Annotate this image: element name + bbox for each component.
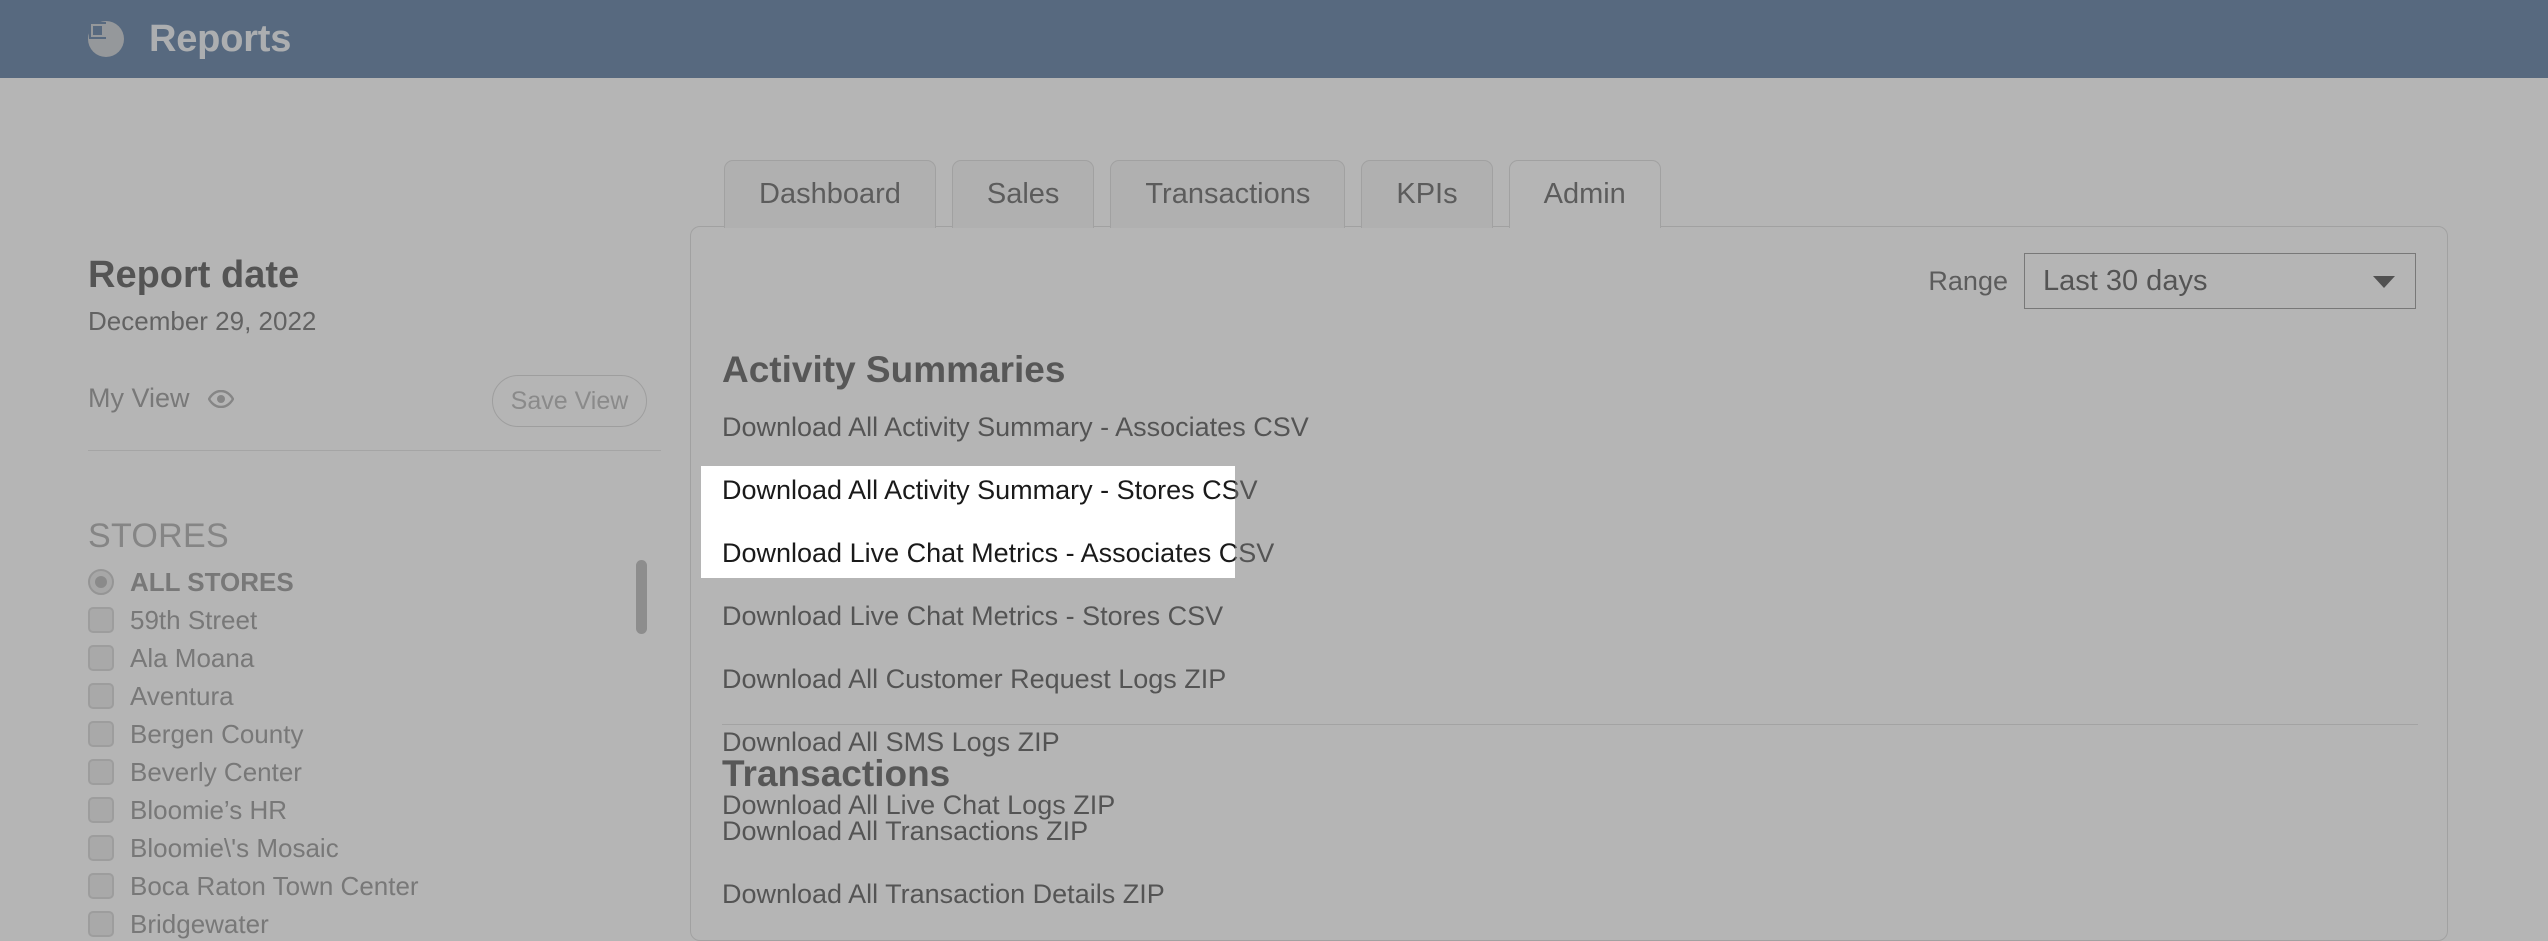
section-title: Transactions — [722, 753, 951, 794]
store-row[interactable]: Bloomie’s HR — [88, 791, 648, 829]
range-filter: Range Last 30 days — [1928, 253, 2416, 309]
report-date-value: December 29, 2022 — [88, 306, 317, 336]
checkbox-icon[interactable] — [88, 721, 114, 747]
checkbox-icon[interactable] — [88, 607, 114, 633]
download-link-all-transactions-zip[interactable]: Download All Transactions ZIP — [722, 818, 1088, 845]
download-link-live-chat-metrics-stores-csv[interactable]: Download Live Chat Metrics - Stores CSV — [722, 603, 1223, 630]
transactions-section: Transactions Download All Transactions Z… — [722, 755, 2418, 941]
admin-content-panel: Range Last 30 days Activity Summaries Do… — [690, 226, 2448, 941]
sidebar: Report date December 29, 2022 My View Sa… — [0, 78, 690, 941]
checkbox-icon[interactable] — [88, 873, 114, 899]
store-label: 59th Street — [130, 604, 258, 635]
checkbox-icon[interactable] — [88, 797, 114, 823]
range-select[interactable]: Last 30 days — [2024, 253, 2416, 309]
section-divider — [722, 724, 2418, 725]
tab-kpis[interactable]: KPIs — [1361, 160, 1493, 228]
store-label: Bloomie’s HR — [130, 794, 288, 825]
tab-transactions[interactable]: Transactions — [1110, 160, 1346, 228]
tab-sales[interactable]: Sales — [951, 160, 1095, 228]
store-row-all-stores[interactable]: ALL STORES — [88, 563, 648, 601]
store-row[interactable]: Ala Moana — [88, 639, 648, 677]
store-row[interactable]: Boca Raton Town Center — [88, 867, 648, 905]
tab-strip: Dashboard Sales Transactions KPIs Admin — [724, 155, 1661, 230]
save-view-button[interactable]: Save View — [492, 375, 647, 427]
store-row[interactable]: Bloomie\'s Mosaic — [88, 829, 648, 867]
store-label: ALL STORES — [130, 566, 294, 597]
store-label: Boca Raton Town Center — [130, 870, 419, 901]
store-label: Beverly Center — [130, 756, 302, 787]
tab-dashboard[interactable]: Dashboard — [724, 160, 936, 228]
store-row[interactable]: Aventura — [88, 677, 648, 715]
chevron-down-icon — [2373, 276, 2395, 288]
store-label: Bridgewater — [130, 908, 269, 939]
stores-scrollbar-thumb[interactable] — [636, 560, 647, 634]
report-date-title: Report date — [88, 254, 300, 296]
page-root: Reports Report date December 29, 2022 My… — [0, 0, 2548, 941]
sidebar-divider-top — [88, 450, 661, 451]
range-label: Range — [1928, 265, 2008, 296]
radio-icon[interactable] — [88, 569, 114, 595]
app-header: Reports — [0, 0, 2548, 78]
checkbox-icon[interactable] — [88, 683, 114, 709]
range-selected-value: Last 30 days — [2043, 264, 2208, 297]
store-label: Bloomie\'s Mosaic — [130, 832, 339, 863]
store-row[interactable]: Beverly Center — [88, 753, 648, 791]
download-link-activity-summary-stores-csv[interactable]: Download All Activity Summary - Stores C… — [722, 477, 1258, 504]
tab-admin[interactable]: Admin — [1508, 160, 1661, 230]
app-title: Reports — [149, 18, 292, 60]
store-row[interactable]: 59th Street — [88, 601, 648, 639]
store-label: Ala Moana — [130, 642, 255, 673]
stores-section-heading: STORES — [88, 517, 229, 555]
pie-chart-icon — [85, 18, 127, 60]
checkbox-icon[interactable] — [88, 911, 114, 937]
download-link-live-chat-metrics-associates-csv[interactable]: Download Live Chat Metrics - Associates … — [722, 540, 1274, 567]
download-link-sms-logs-zip[interactable]: Download All SMS Logs ZIP — [722, 729, 1060, 756]
checkbox-icon[interactable] — [88, 645, 114, 671]
store-label: Bergen County — [130, 718, 304, 749]
download-link-all-transaction-details-zip[interactable]: Download All Transaction Details ZIP — [722, 881, 1165, 908]
my-view-row[interactable]: My View — [88, 383, 234, 414]
checkbox-icon[interactable] — [88, 759, 114, 785]
stores-list: ALL STORES 59th Street Ala Moana Aventur… — [88, 563, 648, 941]
store-row[interactable]: Bridgewater — [88, 905, 648, 941]
store-row[interactable]: Bergen County — [88, 715, 648, 753]
store-label: Aventura — [130, 680, 234, 711]
my-view-label: My View — [88, 383, 190, 413]
section-title: Activity Summaries — [722, 349, 1066, 390]
eye-icon[interactable] — [207, 389, 234, 408]
download-link-activity-summary-associates-csv[interactable]: Download All Activity Summary - Associat… — [722, 414, 1309, 441]
download-link-customer-request-logs-zip[interactable]: Download All Customer Request Logs ZIP — [722, 666, 1226, 693]
checkbox-icon[interactable] — [88, 835, 114, 861]
